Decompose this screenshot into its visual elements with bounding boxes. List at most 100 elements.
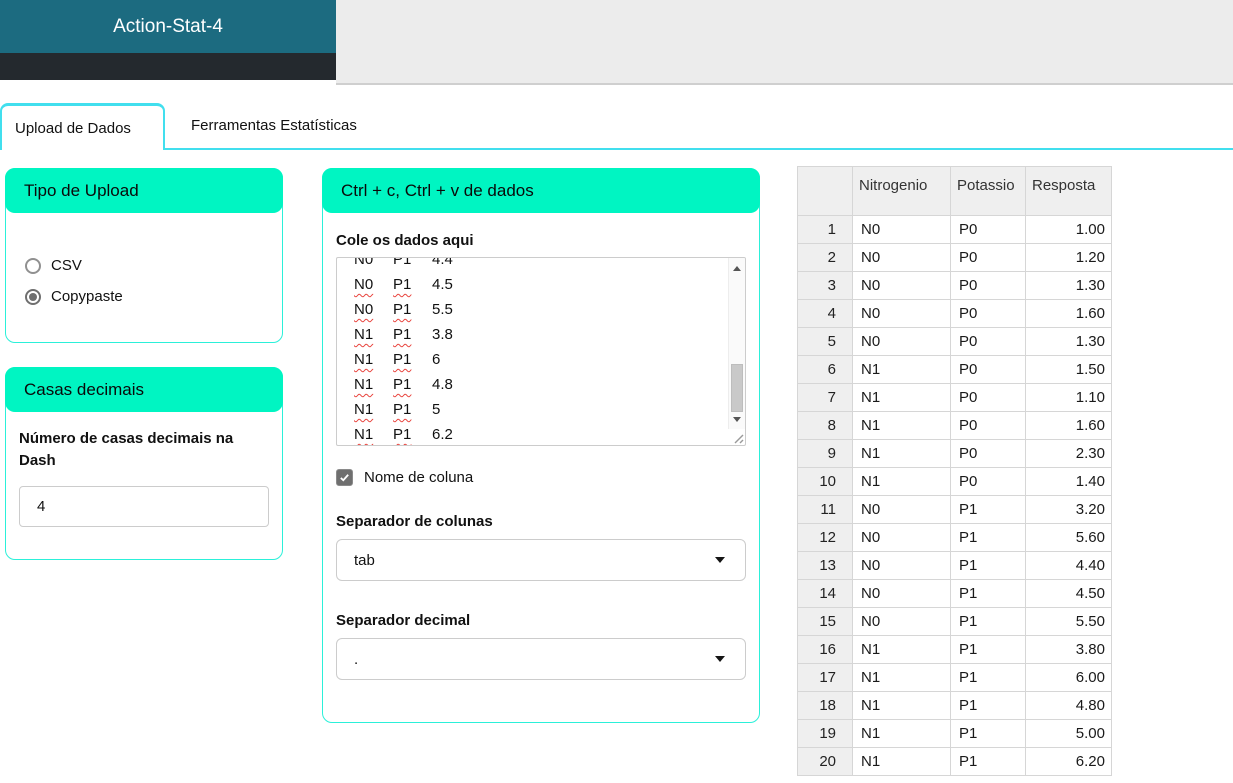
app-title: Action-Stat-4: [0, 0, 336, 53]
row-index: 11: [797, 495, 853, 524]
checkbox-checked-icon[interactable]: [336, 469, 353, 486]
scroll-up-icon[interactable]: [729, 260, 745, 276]
row-index: 9: [797, 439, 853, 468]
cell-potassio: P0: [950, 215, 1026, 244]
textarea-line: N1 P1 5: [354, 401, 441, 418]
row-index: 13: [797, 551, 853, 580]
cell-potassio: P1: [950, 719, 1026, 748]
cell-nitrogenio: N1: [852, 383, 951, 412]
row-index: 20: [797, 747, 853, 776]
cell-potassio: P1: [950, 551, 1026, 580]
cell-resposta: 5.00: [1025, 719, 1112, 748]
table-row: 16 N1 P1 3.80: [797, 635, 1112, 664]
row-index: 6: [797, 355, 853, 384]
chevron-down-icon: [715, 557, 725, 563]
column-header: Potassio: [950, 166, 1026, 216]
cell-nitrogenio: N1: [852, 691, 951, 720]
decimal-separator-label: Separador decimal: [336, 612, 471, 629]
cell-potassio: P1: [950, 495, 1026, 524]
tab-ferramentas-estatisticas[interactable]: Ferramentas Estatísticas: [165, 103, 397, 148]
decimal-separator-select[interactable]: .: [336, 638, 746, 680]
table-row: 4 N0 P0 1.60: [797, 299, 1112, 328]
table-row: 20 N1 P1 6.20: [797, 747, 1112, 776]
upload-type-panel: Tipo de Upload CSV Copypaste: [5, 168, 283, 343]
cell-nitrogenio: N1: [852, 635, 951, 664]
cell-nitrogenio: N1: [852, 439, 951, 468]
cell-potassio: P1: [950, 635, 1026, 664]
table-row: 3 N0 P0 1.30: [797, 271, 1112, 300]
row-index: 16: [797, 635, 853, 664]
cell-resposta: 1.20: [1025, 243, 1112, 272]
row-index: 12: [797, 523, 853, 552]
cell-resposta: 1.30: [1025, 271, 1112, 300]
column-header: Resposta: [1025, 166, 1112, 216]
cell-resposta: 5.60: [1025, 523, 1112, 552]
cell-resposta: 1.30: [1025, 327, 1112, 356]
row-index: 7: [797, 383, 853, 412]
column-separator-select[interactable]: tab: [336, 539, 746, 581]
row-index: 15: [797, 607, 853, 636]
check-icon: [340, 474, 349, 482]
row-index: 18: [797, 691, 853, 720]
cell-nitrogenio: N0: [852, 495, 951, 524]
cell-nitrogenio: N1: [852, 355, 951, 384]
cell-resposta: 3.20: [1025, 495, 1112, 524]
checkbox-label: Nome de coluna: [364, 469, 474, 486]
scroll-down-icon[interactable]: [729, 411, 745, 427]
cell-resposta: 1.50: [1025, 355, 1112, 384]
cell-nitrogenio: N1: [852, 411, 951, 440]
row-index: 8: [797, 411, 853, 440]
scrollbar-thumb[interactable]: [731, 364, 743, 412]
cell-resposta: 5.50: [1025, 607, 1112, 636]
radio-option-copypaste[interactable]: Copypaste: [25, 288, 282, 305]
cell-potassio: P0: [950, 467, 1026, 496]
table-row: 2 N0 P0 1.20: [797, 243, 1112, 272]
cell-nitrogenio: N1: [852, 467, 951, 496]
textarea-scrollbar[interactable]: [728, 258, 745, 429]
app-window: Action-Stat-4 Upload de Dados Ferramenta…: [0, 0, 1233, 783]
decimals-panel: Casas decimais Número de casas decimais …: [5, 367, 283, 560]
cell-nitrogenio: N1: [852, 719, 951, 748]
resize-grip-icon[interactable]: [731, 431, 744, 444]
textarea-line: N1 P1 6: [354, 351, 441, 368]
data-table: Nitrogenio Potassio Resposta 1 N0 P0 1.00 2 N0 P…: [797, 166, 1112, 776]
cell-nitrogenio: N1: [852, 663, 951, 692]
cell-potassio: P0: [950, 327, 1026, 356]
panel-header: Ctrl + c, Ctrl + v de dados: [322, 168, 760, 213]
radio-icon[interactable]: [25, 257, 41, 274]
decimals-input[interactable]: [19, 486, 269, 527]
column-names-checkbox-row[interactable]: Nome de coluna: [336, 469, 746, 486]
textarea-line: N1 P1 4.8: [354, 376, 453, 393]
table-row: 7 N1 P0 1.10: [797, 383, 1112, 412]
textarea-line: N0 P1 5.5: [354, 301, 453, 318]
tab-upload-de-dados[interactable]: Upload de Dados: [0, 103, 165, 150]
radio-icon[interactable]: [25, 288, 41, 305]
tab-bar: Upload de Dados Ferramentas Estatísticas: [0, 103, 1233, 150]
cell-nitrogenio: N0: [852, 607, 951, 636]
app-title-text: Action-Stat-4: [113, 15, 223, 37]
radio-label: CSV: [51, 257, 82, 274]
cell-nitrogenio: N0: [852, 523, 951, 552]
table-row: 8 N1 P0 1.60: [797, 411, 1112, 440]
paste-textarea-label: Cole os dados aqui: [336, 232, 474, 249]
cell-nitrogenio: N0: [852, 299, 951, 328]
cell-resposta: 1.60: [1025, 299, 1112, 328]
paste-textarea[interactable]: N0 P1 4.4 N0 P1 4.5 N0 P1 5.5 N1 P1 3.8 N1 P1 6 N1 P1 4.8…: [336, 257, 746, 446]
cell-nitrogenio: N1: [852, 747, 951, 776]
textarea-line: N0 P1 4.5: [354, 276, 453, 293]
column-header: [797, 166, 853, 216]
cell-potassio: P1: [950, 663, 1026, 692]
header-bar: [336, 0, 1233, 85]
radio-option-csv[interactable]: CSV: [25, 257, 282, 274]
table-row: 14 N0 P1 4.50: [797, 579, 1112, 608]
textarea-line: N1 P1 3.8: [354, 326, 453, 343]
cell-nitrogenio: N0: [852, 327, 951, 356]
cell-nitrogenio: N0: [852, 551, 951, 580]
cell-nitrogenio: N0: [852, 579, 951, 608]
table-row: 17 N1 P1 6.00: [797, 663, 1112, 692]
cell-potassio: P1: [950, 579, 1026, 608]
cell-resposta: 2.30: [1025, 439, 1112, 468]
textarea-line: N0 P1 4.4: [354, 257, 453, 268]
cell-potassio: P1: [950, 523, 1026, 552]
table-row: 11 N0 P1 3.20: [797, 495, 1112, 524]
